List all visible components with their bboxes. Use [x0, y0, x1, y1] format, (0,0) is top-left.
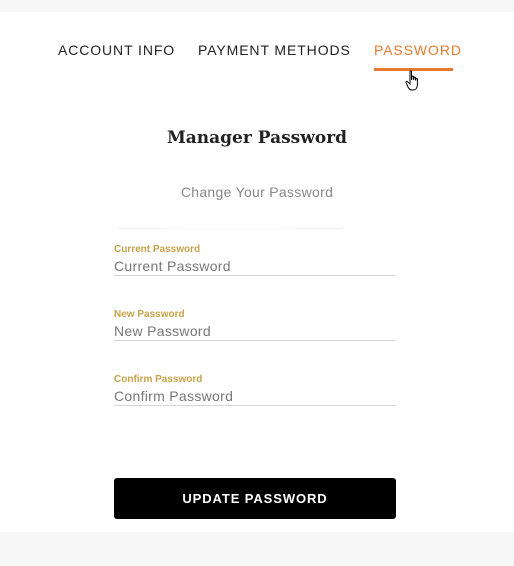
tab-account-info[interactable]: ACCOUNT INFO: [58, 42, 175, 58]
tab-payment-methods[interactable]: PAYMENT METHODS: [198, 42, 351, 58]
divider: [118, 228, 342, 229]
update-password-button[interactable]: UPDATE PASSWORD: [114, 478, 396, 519]
section-title: Manager Password: [166, 128, 348, 148]
new-password-label: New Password: [114, 309, 185, 320]
new-password-field: New Password: [114, 308, 396, 341]
confirm-password-label: Confirm Password: [114, 374, 203, 385]
section-subtitle: Change Your Password: [180, 184, 334, 200]
current-password-input[interactable]: [114, 256, 396, 276]
account-tabs: ACCOUNT INFO PAYMENT METHODS PASSWORD: [0, 42, 514, 86]
confirm-password-input[interactable]: [114, 386, 396, 406]
hand-pointer-icon: [405, 70, 418, 91]
current-password-label: Current Password: [114, 244, 201, 255]
account-card: ACCOUNT INFO PAYMENT METHODS PASSWORD Ma…: [0, 12, 514, 532]
new-password-input[interactable]: [114, 321, 396, 341]
tab-password[interactable]: PASSWORD: [374, 42, 462, 58]
current-password-field: Current Password: [114, 243, 396, 276]
confirm-password-field: Confirm Password: [114, 373, 396, 406]
